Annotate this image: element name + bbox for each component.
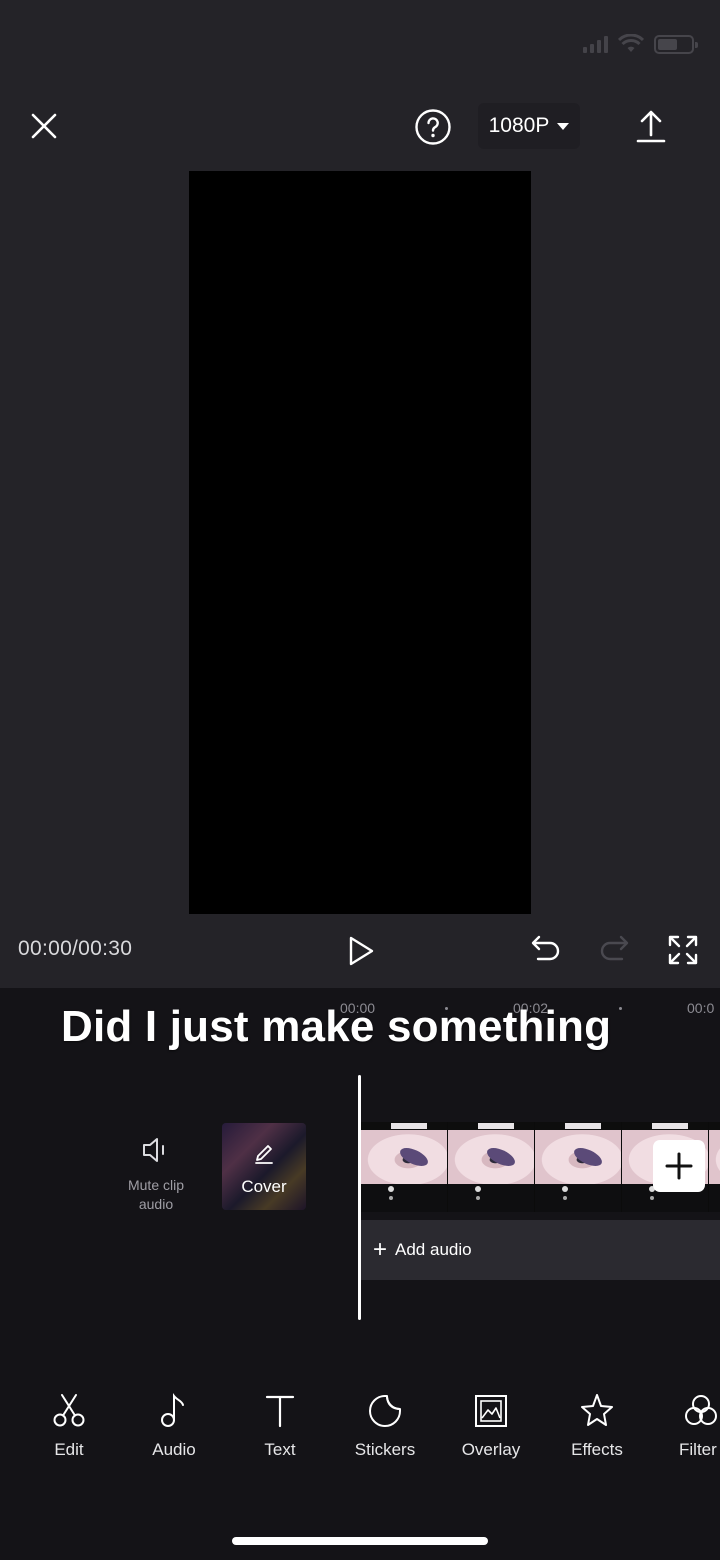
toolbar-edit[interactable]: Edit: [19, 1392, 119, 1460]
fullscreen-icon[interactable]: [666, 933, 700, 967]
clip-frame-thumbnail: [361, 1122, 448, 1212]
close-icon[interactable]: [26, 108, 62, 144]
editor-top-area: 1080P 00:00/00:30: [0, 0, 720, 988]
resolution-dropdown[interactable]: 1080P: [478, 103, 580, 149]
toolbar-label: Audio: [152, 1440, 196, 1459]
play-icon[interactable]: [344, 933, 378, 969]
add-clip-button[interactable]: [653, 1140, 705, 1192]
edit-pencil-icon: [255, 1145, 273, 1164]
music-note-icon: [161, 1393, 184, 1427]
toolbar-label: Edit: [54, 1440, 84, 1459]
toolbar-filter[interactable]: Filter: [652, 1392, 720, 1460]
toolbar-stickers[interactable]: Stickers: [335, 1392, 435, 1460]
toolbar-label: Stickers: [354, 1440, 416, 1459]
export-upload-icon[interactable]: [632, 108, 670, 146]
undo-icon[interactable]: [528, 933, 562, 967]
effects-star-icon: [581, 1394, 613, 1426]
help-icon[interactable]: [414, 108, 452, 146]
toolbar-overlay[interactable]: Overlay: [441, 1392, 541, 1460]
text-icon: [265, 1395, 295, 1428]
toolbar-text[interactable]: Text: [230, 1392, 330, 1460]
toolbar-label: Effects: [571, 1440, 623, 1459]
timecode: 00:00/00:30: [18, 937, 133, 960]
scissors-icon: [53, 1394, 85, 1427]
toolbar-effects[interactable]: Effects: [547, 1392, 647, 1460]
status-bar: [583, 30, 698, 58]
cover-button[interactable]: Cover: [222, 1123, 306, 1210]
clip-frame-thumbnail: [448, 1122, 535, 1212]
mute-label-line1: Mute clip: [127, 1177, 185, 1193]
speaker-icon: [143, 1138, 164, 1162]
redo-icon[interactable]: [598, 933, 632, 967]
clip-frame-thumbnail: [709, 1122, 720, 1212]
overlay-caption: Did I just make something: [61, 1002, 612, 1051]
clip-frame-thumbnail: [535, 1122, 622, 1212]
home-indicator[interactable]: [232, 1537, 488, 1545]
toolbar-audio[interactable]: Audio: [124, 1392, 224, 1460]
video-preview[interactable]: [189, 171, 531, 914]
toolbar-label: Text: [264, 1440, 296, 1459]
mute-clip-audio-button[interactable]: Mute clip audio: [116, 1134, 196, 1214]
cover-label: Cover: [241, 1177, 287, 1196]
mute-label-line2: audio: [138, 1196, 174, 1212]
ruler-dot: [619, 1007, 622, 1010]
ruler-tick: 00:0: [687, 1000, 715, 1016]
toolbar-label: Overlay: [461, 1440, 521, 1459]
cellular-signal-icon: [583, 35, 608, 53]
sticker-icon: [369, 1395, 401, 1427]
wifi-icon: [618, 34, 644, 52]
overlay-icon: [475, 1395, 507, 1427]
add-audio-track[interactable]: + Add audio: [361, 1220, 720, 1280]
toolbar-label: Filter: [679, 1440, 717, 1459]
playhead[interactable]: [358, 1075, 361, 1320]
plus-icon: +: [373, 1236, 388, 1263]
resolution-label: 1080P: [488, 114, 550, 137]
caret-down-icon: [557, 122, 570, 130]
filter-icon: [685, 1395, 717, 1425]
plus-icon: [665, 1152, 693, 1180]
add-audio-label: Add audio: [395, 1240, 472, 1259]
battery-icon: [654, 34, 698, 54]
